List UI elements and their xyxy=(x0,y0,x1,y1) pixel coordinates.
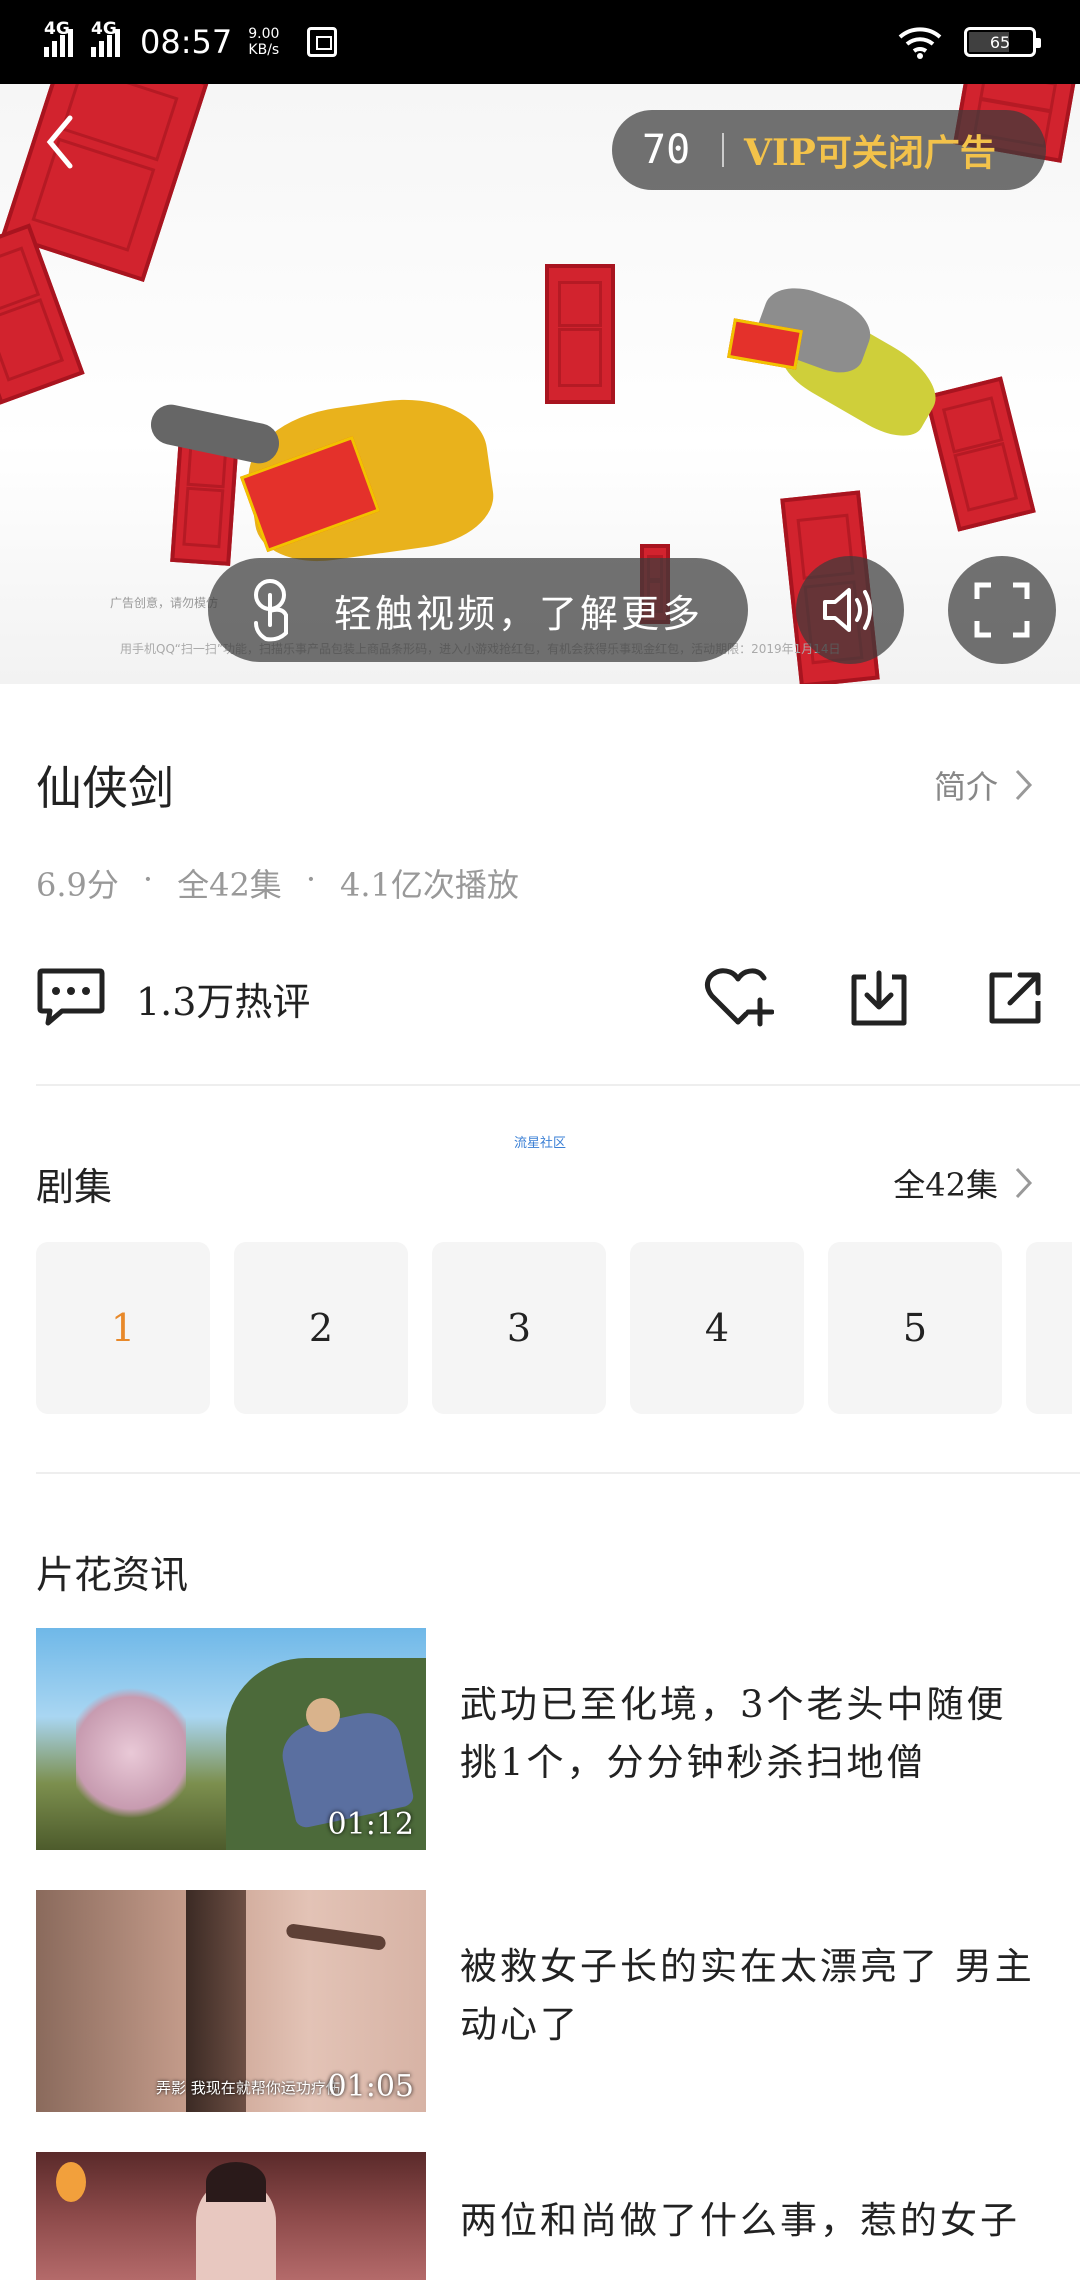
volume-icon xyxy=(823,588,872,632)
episode-number: 4 xyxy=(704,1306,730,1350)
signal-icon-sim1: 4G xyxy=(44,19,73,57)
news-item[interactable]: 01:12 武功已至化境，3个老头中随便挑1个，分分钟秒杀扫地僧 xyxy=(36,1628,1046,1850)
vip-skip-ad-label: VIP可关闭广告 xyxy=(744,132,996,174)
screenshot-icon xyxy=(307,27,338,57)
news-duration: 01:05 xyxy=(327,2069,414,2104)
episode-button-2[interactable]: 2 xyxy=(234,1242,408,1414)
comments-label: 1.3万热评 xyxy=(136,979,311,1024)
news-title: 武功已至化境，3个老头中随便挑1个，分分钟秒杀扫地僧 xyxy=(460,1683,1007,1784)
episode-button-1[interactable]: 1 xyxy=(36,1242,210,1414)
battery-level: 65 xyxy=(989,32,1011,52)
news-item[interactable]: 两位和尚做了什么事，惹的女子 xyxy=(36,2152,1046,2280)
show-meta: 6.9分 · 全42集 · 4.1亿次播放 xyxy=(36,860,519,906)
favorite-add-icon[interactable] xyxy=(702,966,774,1030)
news-title: 被救女子长的实在太漂亮了 男主动心了 xyxy=(460,1945,1035,2046)
ad-door-graphic xyxy=(545,264,615,404)
show-title: 仙侠剑 xyxy=(36,761,174,815)
vip-divider xyxy=(722,133,724,167)
news-section-title: 片花资讯 xyxy=(36,1553,189,1597)
episode-number: 1 xyxy=(110,1306,136,1350)
news-duration: 01:12 xyxy=(327,1807,414,1842)
episode-button-6[interactable] xyxy=(1026,1242,1072,1414)
ad-countdown: 70 xyxy=(642,127,691,173)
episode-number: 2 xyxy=(308,1306,334,1350)
meta-dot: · xyxy=(142,860,154,898)
all-episodes-label: 全42集 xyxy=(893,1166,998,1204)
network-speed: 9.00 KB/s xyxy=(248,26,279,58)
wifi-icon xyxy=(898,27,942,59)
network-type-sim1: 4G xyxy=(44,19,70,39)
news-thumbnail: 01:12 xyxy=(36,1628,426,1850)
chevron-right-icon xyxy=(1015,1167,1033,1199)
episode-number: 3 xyxy=(506,1306,532,1350)
show-episode-count: 全42集 xyxy=(177,866,282,904)
show-play-count: 4.1亿次播放 xyxy=(339,866,519,904)
episode-list: 1 2 3 4 5 xyxy=(36,1242,1072,1414)
section-divider xyxy=(36,1472,1080,1474)
download-icon[interactable] xyxy=(848,967,910,1029)
news-thumbnail: 弄影 我现在就帮你运功疗伤 01:05 xyxy=(36,1890,426,2112)
news-thumbnail xyxy=(36,2152,426,2280)
vip-skip-ad-button[interactable]: 70 VIP可关闭广告 xyxy=(612,110,1046,190)
status-time: 08:57 xyxy=(140,23,233,61)
episodes-section-title: 剧集 xyxy=(36,1165,113,1209)
network-speed-value: 9.00 xyxy=(248,26,280,42)
battery-icon: 65 xyxy=(964,27,1041,57)
fullscreen-button[interactable] xyxy=(948,556,1056,664)
signal-icon-sim2: 4G xyxy=(91,19,120,57)
learn-more-button[interactable]: 轻触视频，了解更多 xyxy=(208,558,748,662)
status-bar: 4G 4G 08:57 9.00 KB/s 65 xyxy=(0,0,1080,84)
volume-button[interactable] xyxy=(796,556,904,664)
network-type-sim2: 4G xyxy=(91,19,117,39)
intro-label: 简介 xyxy=(933,768,998,806)
news-title: 两位和尚做了什么事，惹的女子 xyxy=(460,2199,1020,2242)
fullscreen-icon xyxy=(974,582,1030,638)
episode-button-3[interactable]: 3 xyxy=(432,1242,606,1414)
meta-dot: · xyxy=(305,860,316,898)
chevron-right-icon xyxy=(1015,769,1033,801)
episode-button-5[interactable]: 5 xyxy=(828,1242,1002,1414)
news-item[interactable]: 弄影 我现在就帮你运功疗伤 01:05 被救女子长的实在太漂亮了 男主动心了 xyxy=(36,1890,1046,2112)
learn-more-label: 轻触视频，了解更多 xyxy=(334,591,704,636)
section-divider xyxy=(36,1084,1080,1086)
episode-number: 5 xyxy=(902,1306,928,1350)
ad-disclaimer: 广告创意，请勿模仿 xyxy=(110,596,219,610)
ad-door-graphic xyxy=(924,376,1036,532)
network-speed-unit: KB/s xyxy=(248,42,280,58)
ad-video-player[interactable]: 70 VIP可关闭广告 广告创意，请勿模仿 用手机QQ“扫一扫”功能，扫描乐事产… xyxy=(0,84,1080,684)
tap-finger-icon xyxy=(254,579,288,642)
episode-button-4[interactable]: 4 xyxy=(630,1242,804,1414)
show-rating: 6.9分 xyxy=(36,866,119,904)
action-bar: 1.3万热评 xyxy=(36,962,1046,1034)
watermark-credit: 流星社区 xyxy=(514,1136,567,1151)
all-episodes-button[interactable]: 全42集 xyxy=(893,1160,1034,1206)
back-arrow-icon[interactable] xyxy=(40,112,80,172)
intro-button[interactable]: 简介 xyxy=(934,762,1034,808)
news-subtitle: 弄影 我现在就帮你运功疗伤 xyxy=(156,2079,341,2097)
share-icon[interactable] xyxy=(984,967,1046,1029)
comments-button[interactable]: 1.3万热评 xyxy=(36,967,310,1029)
comment-icon xyxy=(37,968,105,1026)
